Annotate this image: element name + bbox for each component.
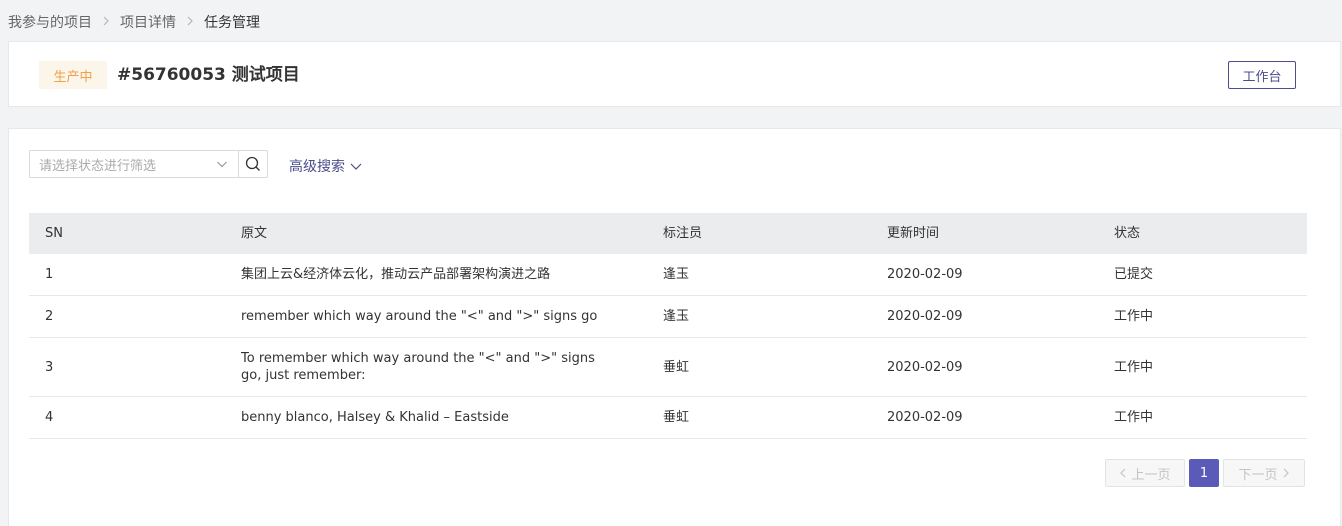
workbench-button[interactable]: 工作台 bbox=[1228, 61, 1296, 89]
cell-annotator: 逢玉 bbox=[663, 309, 690, 324]
cell-sn: 1 bbox=[45, 267, 54, 282]
breadcrumb: 我参与的项目 项目详情 任务管理 bbox=[8, 12, 260, 32]
breadcrumb-separator-icon bbox=[102, 15, 110, 29]
prev-page-label: 上一页 bbox=[1131, 467, 1171, 483]
cell-sn: 3 bbox=[45, 359, 54, 375]
advanced-search-label: 高级搜索 bbox=[289, 159, 345, 175]
page-number-current[interactable]: 1 bbox=[1189, 459, 1219, 487]
header-update-time: 更新时间 bbox=[887, 226, 940, 241]
status-badge: 生产中 bbox=[39, 61, 107, 89]
search-button[interactable] bbox=[238, 150, 268, 178]
cell-status: 工作中 bbox=[1114, 410, 1154, 425]
cell-annotator: 垂虹 bbox=[663, 410, 690, 425]
project-header-card: 生产中 #56760053 测试项目 工作台 bbox=[8, 41, 1341, 107]
breadcrumb-task-management: 任务管理 bbox=[204, 15, 260, 31]
cell-status: 工作中 bbox=[1114, 359, 1154, 375]
header-source-text: 原文 bbox=[241, 226, 268, 241]
cell-update-time: 2020-02-09 bbox=[887, 267, 963, 282]
table-row[interactable]: 3 To remember which way around the "<" a… bbox=[29, 338, 1307, 397]
status-filter-select[interactable]: 请选择状态进行筛选 bbox=[29, 150, 239, 178]
cell-source-text: benny blanco, Halsey & Khalid – Eastside bbox=[241, 410, 509, 425]
breadcrumb-my-projects[interactable]: 我参与的项目 bbox=[8, 12, 92, 32]
table-row[interactable]: 2 remember which way around the "<" and … bbox=[29, 296, 1307, 338]
cell-sn: 2 bbox=[45, 309, 54, 324]
chevron-down-icon bbox=[217, 161, 227, 168]
cell-status: 工作中 bbox=[1114, 309, 1154, 324]
cell-source-text: To remember which way around the "<" and… bbox=[241, 351, 595, 383]
breadcrumb-separator-icon bbox=[186, 15, 194, 29]
cell-update-time: 2020-02-09 bbox=[887, 309, 963, 324]
cell-update-time: 2020-02-09 bbox=[887, 359, 963, 375]
advanced-search-toggle[interactable]: 高级搜索 bbox=[289, 156, 362, 176]
chevron-left-icon bbox=[1120, 468, 1126, 478]
cell-update-time: 2020-02-09 bbox=[887, 410, 963, 425]
header-annotator: 标注员 bbox=[663, 226, 703, 241]
header-status: 状态 bbox=[1114, 226, 1141, 241]
prev-page-button[interactable]: 上一页 bbox=[1105, 459, 1185, 487]
cell-source-text: 集团上云&经济体云化，推动云产品部署架构演进之路 bbox=[241, 267, 551, 282]
chevron-right-icon bbox=[1283, 468, 1289, 478]
search-icon bbox=[245, 156, 260, 171]
table-row[interactable]: 4 benny blanco, Halsey & Khalid – Eastsi… bbox=[29, 397, 1307, 439]
task-list-card: 请选择状态进行筛选 高级搜索 SN 原文 标注员 更新时间 状态 1 集团上云&… bbox=[8, 128, 1341, 526]
header-sn: SN bbox=[45, 226, 63, 241]
breadcrumb-project-detail[interactable]: 项目详情 bbox=[120, 12, 176, 32]
next-page-label: 下一页 bbox=[1238, 467, 1278, 483]
table-header: SN 原文 标注员 更新时间 状态 bbox=[29, 213, 1307, 254]
cell-annotator: 逢玉 bbox=[663, 267, 690, 282]
status-filter-placeholder: 请选择状态进行筛选 bbox=[39, 158, 157, 174]
pagination: 上一页 1 下一页 bbox=[1105, 459, 1305, 487]
chevron-down-icon bbox=[350, 163, 362, 170]
page-title: #56760053 测试项目 bbox=[117, 65, 300, 85]
table-row[interactable]: 1 集团上云&经济体云化，推动云产品部署架构演进之路 逢玉 2020-02-09… bbox=[29, 254, 1307, 296]
cell-source-text: remember which way around the "<" and ">… bbox=[241, 309, 598, 324]
next-page-button[interactable]: 下一页 bbox=[1223, 459, 1305, 487]
task-table: SN 原文 标注员 更新时间 状态 1 集团上云&经济体云化，推动云产品部署架构… bbox=[29, 213, 1307, 439]
cell-annotator: 垂虹 bbox=[663, 359, 690, 375]
cell-status: 已提交 bbox=[1114, 267, 1154, 282]
cell-sn: 4 bbox=[45, 410, 54, 425]
